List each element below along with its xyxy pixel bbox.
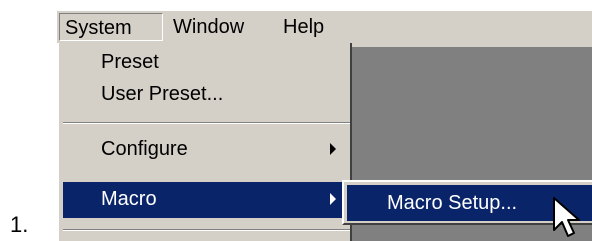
step-number: 1. [10, 212, 29, 237]
menu-item-preset[interactable]: Preset [63, 45, 350, 81]
menu-item-configure-label: Configure [101, 138, 188, 160]
menu-item-configure[interactable]: Configure [63, 132, 350, 168]
menu-bar: System Window Help [57, 11, 592, 44]
menu-item-user-preset[interactable]: User Preset... [63, 77, 350, 113]
menu-separator [63, 122, 350, 124]
menu-item-macro-label: Macro [101, 188, 157, 210]
menu-system[interactable]: System [59, 13, 163, 41]
menu-window[interactable]: Window [169, 13, 248, 41]
submenu-arrow-icon [330, 193, 336, 205]
menu-item-macro[interactable]: Macro [63, 182, 350, 218]
submenu-arrow-icon [330, 143, 336, 155]
arrow-cursor-icon [553, 197, 580, 237]
menu-help[interactable]: Help [279, 13, 328, 41]
menu-separator [63, 229, 350, 231]
system-dropdown-menu: Preset User Preset... Configure Macro [57, 43, 352, 241]
